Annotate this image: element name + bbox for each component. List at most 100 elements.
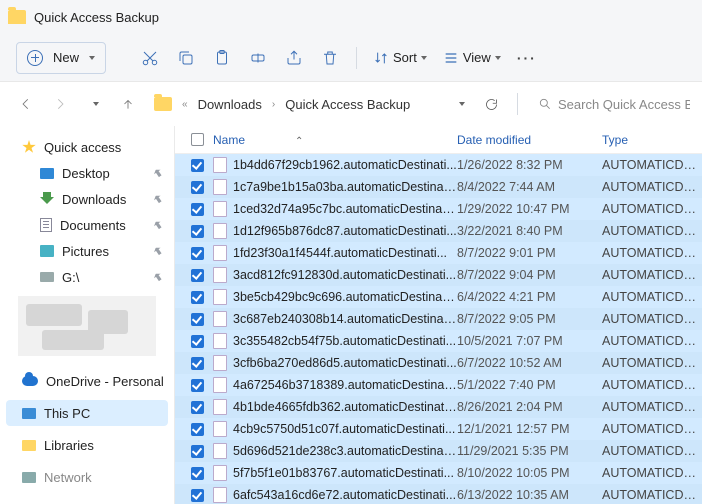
- sidebar-item-onedrive[interactable]: OneDrive - Personal: [0, 368, 174, 394]
- select-all-checkbox[interactable]: [185, 133, 209, 146]
- copy-button[interactable]: [170, 42, 202, 74]
- forward-button[interactable]: [46, 90, 74, 118]
- file-icon: [213, 311, 227, 327]
- address-bar[interactable]: « Downloads › Quick Access Backup: [148, 88, 471, 120]
- row-checkbox[interactable]: [185, 225, 209, 238]
- file-name: 3be5cb429bc9c696.automaticDestinati...: [233, 290, 457, 304]
- file-type: AUTOMATICDESTI...: [602, 466, 702, 480]
- network-icon: [22, 472, 36, 483]
- row-checkbox[interactable]: [185, 357, 209, 370]
- file-type: AUTOMATICDESTI...: [602, 378, 702, 392]
- file-icon: [213, 333, 227, 349]
- file-icon: [213, 179, 227, 195]
- row-checkbox[interactable]: [185, 181, 209, 194]
- table-row[interactable]: 5f7b5f1e01b83767.automaticDestinati...8/…: [175, 462, 702, 484]
- refresh-button[interactable]: [477, 90, 505, 118]
- table-row[interactable]: 4a672546b3718389.automaticDestinati...5/…: [175, 374, 702, 396]
- table-row[interactable]: 3acd812fc912830d.automaticDestinati...8/…: [175, 264, 702, 286]
- table-row[interactable]: 3cfb6ba270ed86d5.automaticDestinati...6/…: [175, 352, 702, 374]
- file-date: 11/29/2021 5:35 PM: [457, 444, 602, 458]
- file-date: 6/4/2022 4:21 PM: [457, 290, 602, 304]
- sidebar-item-network[interactable]: Network: [0, 464, 174, 490]
- table-row[interactable]: 3c687eb240308b14.automaticDestinati...8/…: [175, 308, 702, 330]
- file-date: 8/7/2022 9:05 PM: [457, 312, 602, 326]
- column-type[interactable]: Type: [602, 133, 702, 147]
- file-type: AUTOMATICDESTI...: [602, 268, 702, 282]
- sort-button[interactable]: Sort: [367, 42, 433, 74]
- table-row[interactable]: 5d696d521de238c3.automaticDestinati...11…: [175, 440, 702, 462]
- row-checkbox[interactable]: [185, 423, 209, 436]
- folder-icon: [8, 10, 26, 24]
- file-type: AUTOMATICDESTI...: [602, 224, 702, 238]
- table-row[interactable]: 4cb9c5750d51c07f.automaticDestinati...12…: [175, 418, 702, 440]
- table-row[interactable]: 1b4dd67f29cb1962.automaticDestinati...1/…: [175, 154, 702, 176]
- row-checkbox[interactable]: [185, 379, 209, 392]
- chevron-down-icon[interactable]: [459, 102, 465, 106]
- row-checkbox[interactable]: [185, 489, 209, 502]
- sidebar-item-desktop[interactable]: Desktop: [0, 160, 174, 186]
- file-date: 8/4/2022 7:44 AM: [457, 180, 602, 194]
- table-row[interactable]: 1c7a9be1b15a03ba.automaticDestinati...8/…: [175, 176, 702, 198]
- table-row[interactable]: 1d12f965b876dc87.automaticDestinati...3/…: [175, 220, 702, 242]
- row-checkbox[interactable]: [185, 445, 209, 458]
- row-checkbox[interactable]: [185, 247, 209, 260]
- file-name: 3c355482cb54f75b.automaticDestinati...: [233, 334, 456, 348]
- row-checkbox[interactable]: [185, 335, 209, 348]
- table-row[interactable]: 1fd23f30a1f4544f.automaticDestinati...8/…: [175, 242, 702, 264]
- view-button[interactable]: View: [437, 42, 507, 74]
- sidebar-item-drive-g[interactable]: G:\: [0, 264, 174, 290]
- file-type: AUTOMATICDESTI...: [602, 290, 702, 304]
- file-name: 4cb9c5750d51c07f.automaticDestinati...: [233, 422, 455, 436]
- row-checkbox[interactable]: [185, 401, 209, 414]
- cut-button[interactable]: [134, 42, 166, 74]
- sidebar-item-quick-access[interactable]: Quick access: [0, 134, 174, 160]
- up-button[interactable]: [114, 90, 142, 118]
- file-name: 3acd812fc912830d.automaticDestinati...: [233, 268, 456, 282]
- sidebar-item-libraries[interactable]: Libraries: [0, 432, 174, 458]
- file-icon: [213, 377, 227, 393]
- file-icon: [213, 355, 227, 371]
- file-name: 1d12f965b876dc87.automaticDestinati...: [233, 224, 457, 238]
- new-button[interactable]: New: [16, 42, 106, 74]
- file-date: 8/10/2022 10:05 PM: [457, 466, 602, 480]
- file-name: 1b4dd67f29cb1962.automaticDestinati...: [233, 158, 457, 172]
- file-name: 1c7a9be1b15a03ba.automaticDestinati...: [233, 180, 457, 194]
- file-icon: [213, 157, 227, 173]
- cloud-icon: [22, 376, 38, 386]
- table-row[interactable]: 3be5cb429bc9c696.automaticDestinati...6/…: [175, 286, 702, 308]
- row-checkbox[interactable]: [185, 203, 209, 216]
- breadcrumb-segment[interactable]: Downloads: [198, 97, 262, 112]
- sidebar-item-this-pc[interactable]: This PC: [6, 400, 168, 426]
- row-checkbox[interactable]: [185, 467, 209, 480]
- column-name[interactable]: Name⌃: [209, 133, 457, 147]
- row-checkbox[interactable]: [185, 291, 209, 304]
- more-button[interactable]: ···: [511, 42, 543, 74]
- row-checkbox[interactable]: [185, 313, 209, 326]
- file-date: 1/26/2022 8:32 PM: [457, 158, 602, 172]
- breadcrumb-segment[interactable]: Quick Access Backup: [285, 97, 410, 112]
- file-date: 8/7/2022 9:04 PM: [457, 268, 602, 282]
- row-checkbox[interactable]: [185, 159, 209, 172]
- delete-button[interactable]: [314, 42, 346, 74]
- column-date[interactable]: Date modified: [457, 133, 602, 147]
- recent-locations-button[interactable]: [80, 90, 108, 118]
- main-area: Quick access Desktop Downloads Documents…: [0, 126, 702, 504]
- back-button[interactable]: [12, 90, 40, 118]
- table-row[interactable]: 3c355482cb54f75b.automaticDestinati...10…: [175, 330, 702, 352]
- sidebar-item-documents[interactable]: Documents: [0, 212, 174, 238]
- search-input[interactable]: Search Quick Access Backup: [530, 88, 690, 120]
- search-icon: [538, 97, 552, 111]
- table-row[interactable]: 6afc543a16cd6e72.automaticDestinati...6/…: [175, 484, 702, 504]
- share-button[interactable]: [278, 42, 310, 74]
- rename-button[interactable]: [242, 42, 274, 74]
- row-checkbox[interactable]: [185, 269, 209, 282]
- libraries-icon: [22, 440, 36, 451]
- file-type: AUTOMATICDESTI...: [602, 488, 702, 502]
- file-type: AUTOMATICDESTI...: [602, 356, 702, 370]
- table-row[interactable]: 1ced32d74a95c7bc.automaticDestinati...1/…: [175, 198, 702, 220]
- file-type: AUTOMATICDESTI...: [602, 444, 702, 458]
- table-row[interactable]: 4b1bde4665fdb362.automaticDestinati...8/…: [175, 396, 702, 418]
- paste-button[interactable]: [206, 42, 238, 74]
- sidebar-item-downloads[interactable]: Downloads: [0, 186, 174, 212]
- sidebar-item-pictures[interactable]: Pictures: [0, 238, 174, 264]
